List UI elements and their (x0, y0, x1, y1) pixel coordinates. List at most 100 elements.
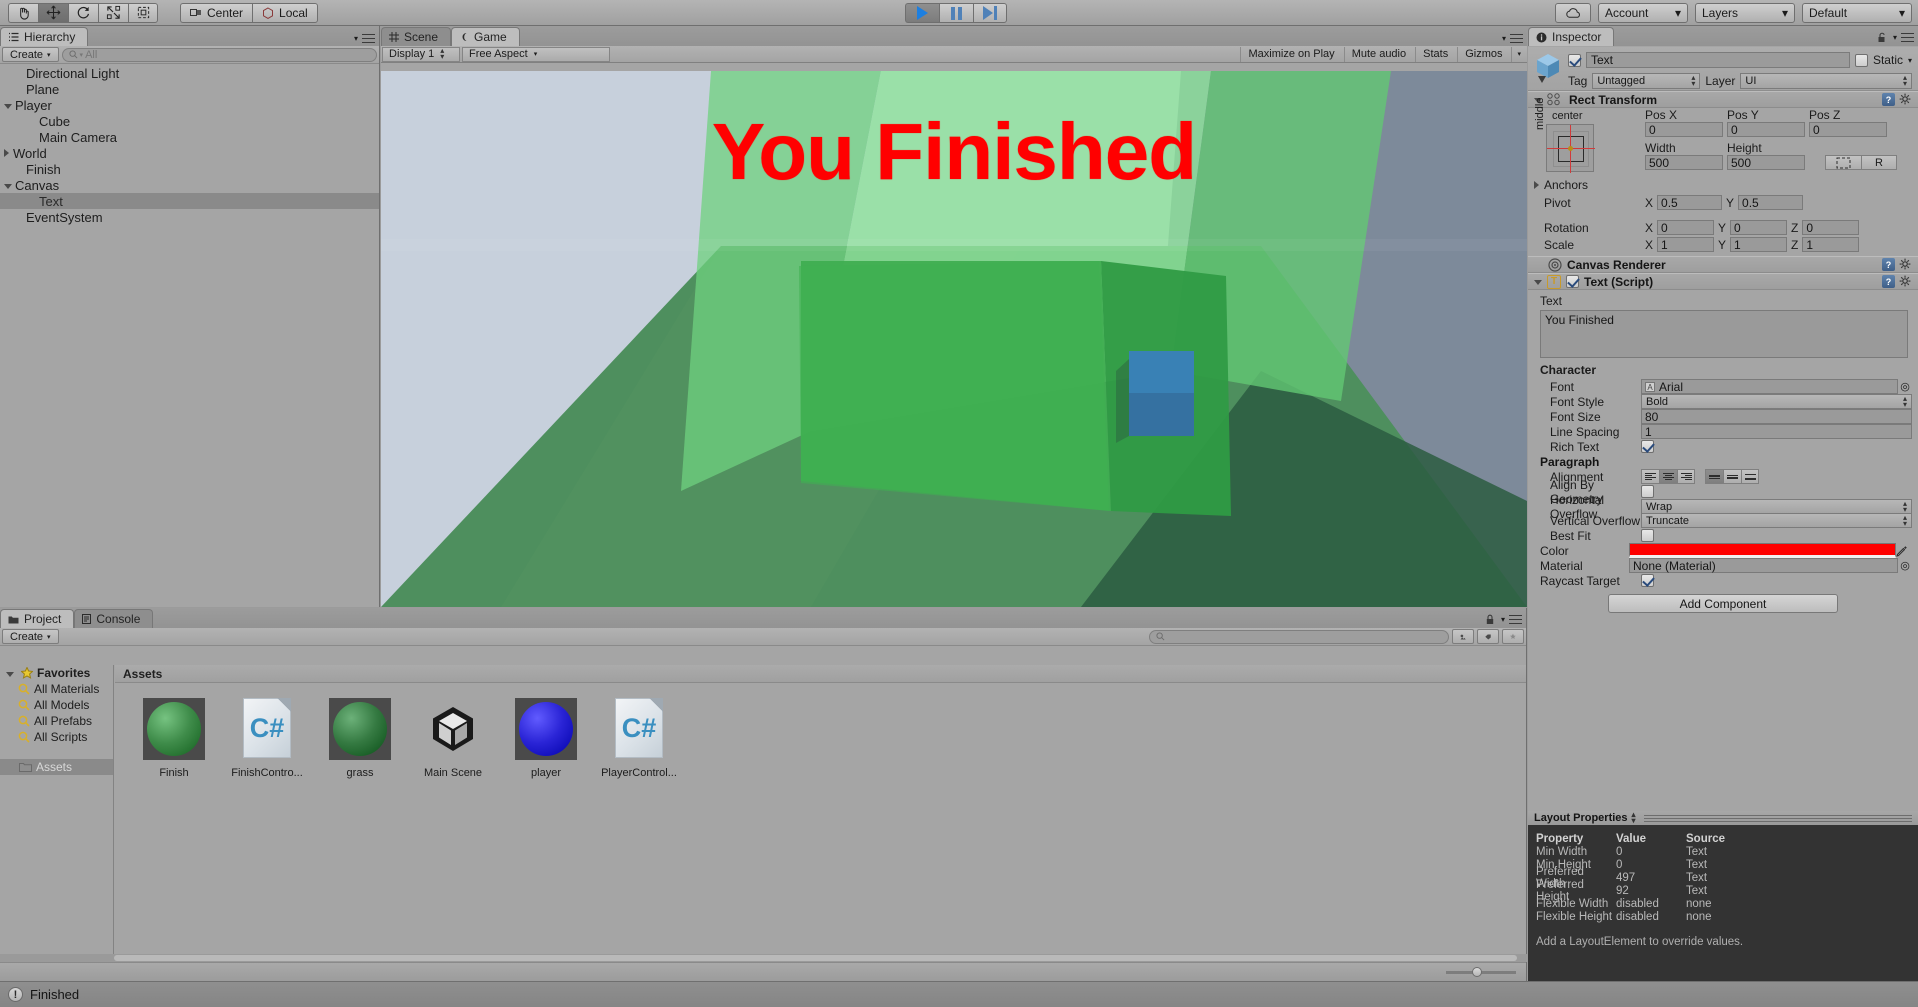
height-input[interactable]: 500 (1727, 155, 1805, 170)
thumbnail-zoom-slider[interactable] (1446, 966, 1516, 977)
align-top-button[interactable] (1705, 469, 1723, 484)
best-fit-checkbox[interactable] (1641, 529, 1654, 542)
pos-x-input[interactable]: 0 (1645, 122, 1723, 137)
project-tab-menu[interactable]: ▾ (1485, 614, 1522, 625)
raycast-target-checkbox[interactable] (1641, 574, 1654, 587)
project-favorites-tree[interactable]: Favorites All Materials All Models All Pref… (0, 665, 114, 981)
hierarchy-tab-menu[interactable]: ▾ (354, 34, 375, 43)
gear-icon[interactable] (1899, 93, 1912, 106)
asset-item[interactable]: grass (321, 698, 399, 779)
lock-icon[interactable] (1877, 32, 1887, 43)
scrollbar-thumb[interactable] (114, 955, 1517, 961)
vertical-overflow-dropdown[interactable]: Truncate ▴ ▾ (1641, 513, 1912, 528)
static-checkbox[interactable] (1854, 53, 1868, 67)
hierarchy-item-text[interactable]: Text (0, 193, 379, 209)
rich-text-checkbox[interactable] (1641, 440, 1654, 453)
gameobject-active-checkbox[interactable] (1568, 53, 1581, 67)
hierarchy-item-main-camera[interactable]: Main Camera (0, 129, 379, 145)
vertical-alignment-group[interactable] (1705, 469, 1759, 484)
hierarchy-item-finish[interactable]: Finish (0, 161, 379, 177)
add-component-button[interactable]: Add Component (1608, 594, 1838, 613)
static-dropdown-caret[interactable]: ▾ (1908, 56, 1912, 65)
favorite-button[interactable] (1502, 629, 1524, 644)
rotation-z-input[interactable]: 0 (1802, 220, 1860, 235)
project-create-button[interactable]: Create ▾ (2, 629, 59, 644)
tab-project[interactable]: Project (0, 609, 75, 628)
inspector-tab-menu[interactable]: ▾ (1877, 32, 1914, 43)
filter-label-button[interactable] (1477, 629, 1499, 644)
align-by-geometry-checkbox[interactable] (1641, 485, 1654, 498)
text-content-textarea[interactable]: You Finished (1540, 310, 1908, 358)
step-button[interactable] (973, 3, 1007, 23)
hierarchy-item-canvas[interactable]: Canvas (0, 177, 379, 193)
font-size-input[interactable]: 80 (1641, 409, 1912, 424)
rect-transform-header[interactable]: Rect Transform ? (1528, 91, 1918, 108)
assets-folder-row[interactable]: Assets (0, 759, 113, 775)
maximize-on-play-toggle[interactable]: Maximize on Play (1240, 46, 1341, 62)
game-render-view[interactable]: You Finished (381, 71, 1527, 607)
favorite-all-prefabs[interactable]: All Prefabs (0, 713, 113, 729)
favorites-root[interactable]: Favorites (0, 665, 113, 681)
hierarchy-item-eventsystem[interactable]: EventSystem (0, 209, 379, 225)
color-swatch[interactable] (1629, 543, 1896, 558)
tab-scene[interactable]: Scene (381, 27, 452, 46)
scale-y-input[interactable]: 1 (1730, 237, 1788, 252)
game-tab-menu[interactable]: ▾ (1502, 34, 1523, 43)
chevron-down-icon[interactable] (4, 103, 12, 109)
text-component-enabled-checkbox[interactable] (1566, 275, 1579, 288)
chevron-down-icon[interactable] (1534, 280, 1542, 285)
line-spacing-input[interactable]: 1 (1641, 424, 1912, 439)
chevron-down-icon[interactable] (6, 671, 14, 677)
hierarchy-search-input[interactable]: ▾ All (61, 47, 377, 62)
layers-button[interactable]: Layers ▾ (1695, 3, 1795, 23)
hand-tool-button[interactable] (8, 2, 38, 23)
width-input[interactable]: 500 (1645, 155, 1723, 170)
pause-button[interactable] (939, 3, 973, 23)
asset-item[interactable]: Main Scene (414, 698, 492, 779)
pivot-rotation-button[interactable]: Local (252, 2, 318, 23)
layer-dropdown[interactable]: UI ▴ ▾ (1740, 73, 1912, 89)
move-tool-button[interactable] (38, 2, 68, 23)
blueprint-mode-button[interactable] (1825, 155, 1861, 170)
pos-y-input[interactable]: 0 (1727, 122, 1805, 137)
material-picker-button[interactable]: ◎ (1898, 559, 1912, 572)
scale-z-input[interactable]: 1 (1802, 237, 1860, 252)
zoom-slider-knob[interactable] (1472, 966, 1482, 977)
rotate-tool-button[interactable] (68, 2, 98, 23)
hierarchy-item-world[interactable]: World (0, 145, 379, 161)
asset-item[interactable]: C# FinishContro... (228, 698, 306, 779)
asset-item[interactable]: player (507, 698, 585, 779)
stats-toggle[interactable]: Stats (1415, 46, 1455, 62)
text-script-header[interactable]: T Text (Script) ? (1528, 273, 1918, 290)
hierarchy-item-directional-light[interactable]: Directional Light (0, 65, 379, 81)
gizmos-caret[interactable]: ▾ (1511, 46, 1526, 62)
align-bottom-button[interactable] (1741, 469, 1759, 484)
gear-icon[interactable] (1899, 275, 1912, 288)
pivot-x-input[interactable]: 0.5 (1657, 195, 1723, 210)
favorite-all-models[interactable]: All Models (0, 697, 113, 713)
help-icon[interactable]: ? (1882, 258, 1895, 271)
layout-properties-header[interactable]: Layout Properties ▴ ▾ (1528, 811, 1918, 825)
status-bar[interactable]: ! Finished (0, 981, 1918, 1007)
pivot-mode-button[interactable]: Center (180, 2, 253, 23)
asset-item[interactable]: Finish (135, 698, 213, 779)
lock-icon[interactable] (1485, 614, 1495, 625)
play-button[interactable] (905, 3, 939, 23)
align-center-button[interactable] (1659, 469, 1677, 484)
project-search-input[interactable] (1149, 629, 1449, 644)
gear-icon[interactable] (1899, 258, 1912, 271)
horizontal-alignment-group[interactable] (1641, 469, 1695, 484)
pivot-y-input[interactable]: 0.5 (1738, 195, 1804, 210)
hierarchy-create-button[interactable]: Create ▾ (2, 47, 59, 62)
layout-properties-toggle[interactable]: ▴ ▾ (1632, 811, 1636, 825)
anchor-preset-widget[interactable] (1546, 124, 1595, 173)
hierarchy-item-player[interactable]: Player (0, 97, 379, 113)
tab-game[interactable]: Game (451, 27, 520, 46)
asset-grid[interactable]: Finish C# FinishContro... grass Main Scene pl… (115, 683, 1526, 779)
scale-x-input[interactable]: 1 (1657, 237, 1715, 252)
aspect-dropdown[interactable]: Free Aspect ▾ (462, 46, 610, 62)
account-button[interactable]: Account ▾ (1598, 3, 1688, 23)
hierarchy-item-cube[interactable]: Cube (0, 113, 379, 129)
help-icon[interactable]: ? (1882, 93, 1895, 106)
align-right-button[interactable] (1677, 469, 1695, 484)
